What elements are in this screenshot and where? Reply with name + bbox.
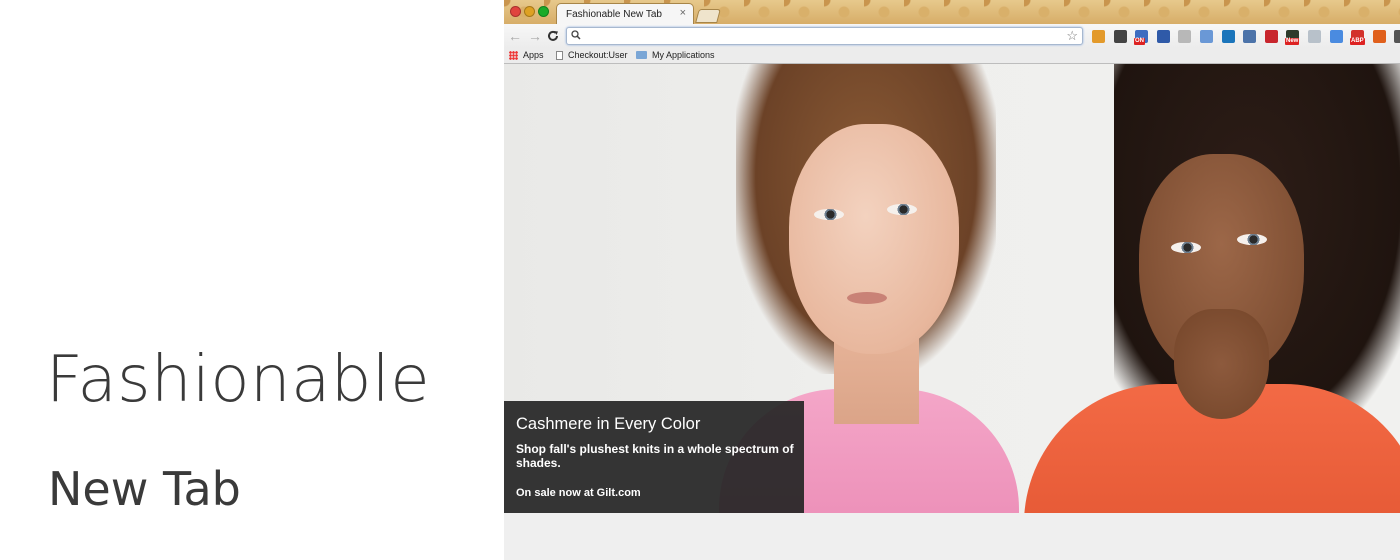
model-right-hand xyxy=(1174,309,1269,419)
c-extension-icon[interactable] xyxy=(1222,30,1235,43)
bookmark-apps[interactable]: Apps xyxy=(509,50,544,60)
tab-title: Fashionable New Tab xyxy=(566,9,662,20)
new-tab-button[interactable] xyxy=(695,9,721,23)
reload-icon[interactable] xyxy=(547,28,559,45)
promo-subtitle: New Tab xyxy=(48,462,241,516)
circle-extension-icon[interactable] xyxy=(1178,30,1191,43)
tab-strip: Fashionable New Tab × xyxy=(504,0,1400,24)
omnibox[interactable]: ☆ xyxy=(566,27,1083,45)
tab-close-icon[interactable]: × xyxy=(680,7,686,19)
extension-badge: ABP xyxy=(1350,38,1365,45)
bookmark-checkout-user[interactable]: Checkout:User xyxy=(556,50,628,60)
bookmark-star-icon[interactable]: ☆ xyxy=(1066,28,1078,44)
eye xyxy=(1171,242,1201,253)
bookmark-label: Checkout:User xyxy=(568,50,628,60)
eye xyxy=(1237,234,1267,245)
tab-fashionable-new-tab[interactable]: Fashionable New Tab × xyxy=(556,3,694,24)
caption-description: Shop fall's plushest knits in a whole sp… xyxy=(516,442,794,470)
frame-extension-icon[interactable] xyxy=(1243,30,1256,43)
promo-caption[interactable]: Cashmere in Every Color Shop fall's plus… xyxy=(504,401,804,513)
apps-grid-icon xyxy=(509,50,518,60)
extension-badge: New xyxy=(1285,38,1300,45)
blue-box-extension-icon[interactable] xyxy=(1200,30,1213,43)
page-footer-area xyxy=(504,513,1400,560)
forward-arrow-icon[interactable]: → xyxy=(528,28,542,44)
hero-image[interactable]: Cashmere in Every Color Shop fall's plus… xyxy=(504,64,1400,513)
eyedropper-extension-icon[interactable] xyxy=(1114,30,1127,43)
calendar-on-extension-icon[interactable]: ON xyxy=(1134,30,1148,45)
bookmark-label: My Applications xyxy=(652,50,715,60)
tag-extension-icon[interactable] xyxy=(1092,30,1105,43)
browser-window: Fashionable New Tab × ← → ☆ ON New ABP App… xyxy=(504,0,1400,560)
browser-toolbar: ← → ☆ ON New ABP xyxy=(504,24,1400,48)
bookmarks-bar: Apps Checkout:User My Applications xyxy=(504,48,1400,64)
eye xyxy=(887,204,917,215)
gray-box-extension-icon[interactable] xyxy=(1308,30,1321,43)
page-icon xyxy=(556,50,563,60)
eye xyxy=(814,209,844,220)
new-extension-icon[interactable]: New xyxy=(1285,30,1300,45)
menu-icon[interactable] xyxy=(1394,30,1400,43)
fire-extension-icon[interactable] xyxy=(1373,30,1386,43)
close-window-button[interactable] xyxy=(510,6,521,17)
minimize-window-button[interactable] xyxy=(524,6,535,17)
caption-cta-link[interactable]: On sale now at Gilt.com xyxy=(516,487,641,499)
zoom-window-button[interactable] xyxy=(538,6,549,17)
window-extension-icon[interactable] xyxy=(1330,30,1343,43)
promo-panel: Fashionable New Tab xyxy=(0,0,504,560)
promo-title: Fashionable xyxy=(46,343,431,417)
caption-title: Cashmere in Every Color xyxy=(516,415,701,433)
search-icon xyxy=(571,28,581,45)
bookmark-label: Apps xyxy=(523,50,544,60)
back-arrow-icon[interactable]: ← xyxy=(508,28,522,44)
x-extension-icon[interactable] xyxy=(1157,30,1170,43)
lips xyxy=(847,292,887,304)
red-star-extension-icon[interactable] xyxy=(1265,30,1278,43)
model-left-face xyxy=(789,124,959,354)
bookmark-my-applications[interactable]: My Applications xyxy=(636,50,715,60)
address-input[interactable] xyxy=(585,29,1055,43)
extension-badge: ON xyxy=(1134,38,1145,45)
abp-extension-icon[interactable]: ABP xyxy=(1350,30,1365,45)
folder-icon xyxy=(636,51,647,59)
